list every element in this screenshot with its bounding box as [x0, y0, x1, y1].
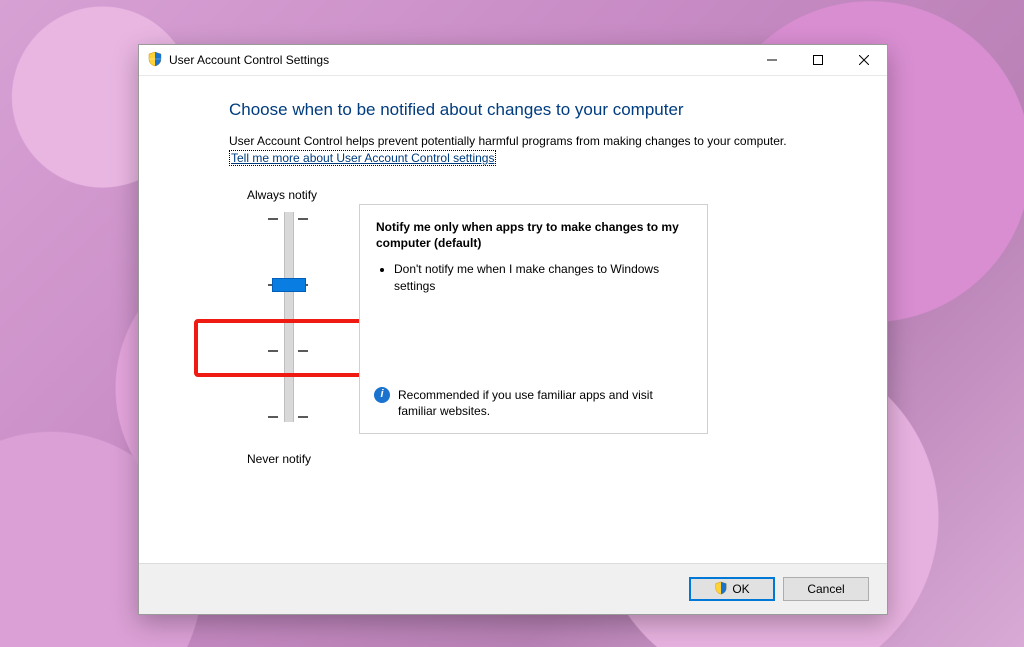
slider-tick: [298, 416, 308, 418]
cancel-button[interactable]: Cancel: [783, 577, 869, 601]
content-area: Choose when to be notified about changes…: [139, 76, 887, 488]
window-title: User Account Control Settings: [169, 53, 329, 67]
window-controls: [749, 45, 887, 75]
slider-bottom-label: Never notify: [247, 452, 311, 466]
close-button[interactable]: [841, 45, 887, 75]
panel-footer: i Recommended if you use familiar apps a…: [374, 387, 693, 419]
slider-tick: [298, 350, 308, 352]
minimize-button[interactable]: [749, 45, 795, 75]
shield-icon: [714, 581, 728, 598]
panel-bullets: Don't notify me when I make changes to W…: [360, 261, 707, 293]
panel-bullet: Don't notify me when I make changes to W…: [394, 261, 691, 293]
intro-text: User Account Control helps prevent poten…: [229, 134, 847, 148]
panel-footer-text: Recommended if you use familiar apps and…: [398, 387, 693, 419]
slider-thumb[interactable]: [272, 278, 306, 292]
slider-track[interactable]: [284, 212, 294, 422]
shield-icon: [147, 51, 163, 70]
ok-button[interactable]: OK: [689, 577, 775, 601]
uac-settings-window: User Account Control Settings Choose whe…: [138, 44, 888, 615]
maximize-button[interactable]: [795, 45, 841, 75]
notification-slider-area: Always notify Never notify Notify me onl…: [229, 188, 847, 488]
cancel-button-label: Cancel: [807, 582, 844, 596]
ok-button-label: OK: [732, 582, 749, 596]
slider-tick: [268, 416, 278, 418]
titlebar[interactable]: User Account Control Settings: [139, 45, 887, 76]
page-heading: Choose when to be notified about changes…: [229, 100, 847, 120]
slider-tick: [268, 350, 278, 352]
slider-tick: [298, 218, 308, 220]
learn-more-link[interactable]: Tell me more about User Account Control …: [229, 150, 496, 166]
slider-top-label: Always notify: [247, 188, 317, 202]
slider-tick: [268, 218, 278, 220]
dialog-footer: OK Cancel: [139, 563, 887, 614]
panel-title: Notify me only when apps try to make cha…: [360, 205, 707, 255]
info-icon: i: [374, 387, 390, 403]
desktop-wallpaper: User Account Control Settings Choose whe…: [0, 0, 1024, 647]
description-panel: Notify me only when apps try to make cha…: [359, 204, 708, 434]
